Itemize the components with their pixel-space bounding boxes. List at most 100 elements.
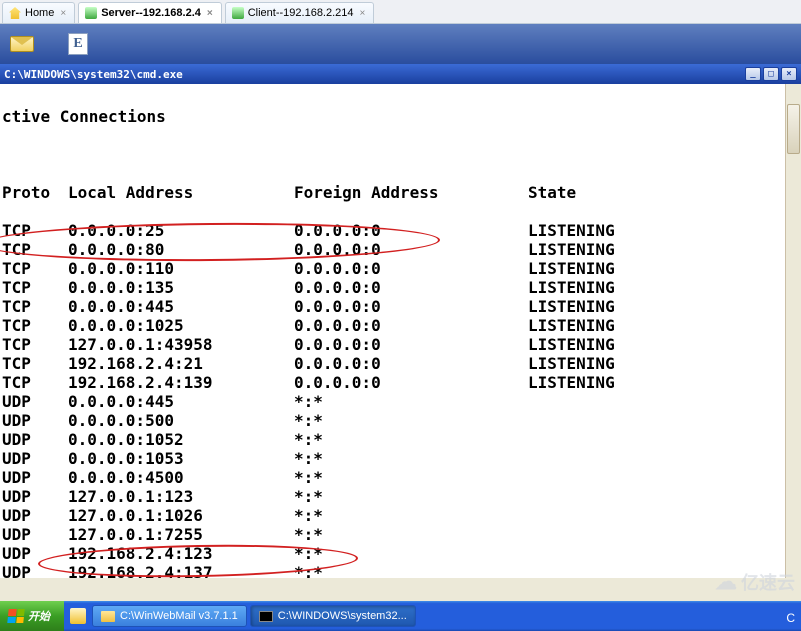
cell-local: 192.168.2.4:139 bbox=[68, 373, 294, 392]
cell-state: LISTENING bbox=[528, 278, 799, 297]
column-headers: ProtoLocal AddressForeign AddressState bbox=[2, 183, 799, 202]
taskbar-item-cmd[interactable]: C:\WINDOWS\system32... bbox=[250, 605, 416, 627]
document-icon: E bbox=[68, 33, 88, 55]
cell-proto: UDP bbox=[2, 411, 68, 430]
task-label: C:\WINDOWS\system32... bbox=[278, 610, 407, 622]
connection-row: TCP127.0.0.1:439580.0.0.0:0LISTENING bbox=[2, 335, 799, 354]
connection-row: TCP0.0.0.0:250.0.0.0:0LISTENING bbox=[2, 221, 799, 240]
cell-local: 192.168.2.4:123 bbox=[68, 544, 294, 563]
cell-proto: TCP bbox=[2, 240, 68, 259]
cell-proto: TCP bbox=[2, 221, 68, 240]
cell-foreign: 0.0.0.0:0 bbox=[294, 259, 528, 278]
cell-foreign: 0.0.0.0:0 bbox=[294, 354, 528, 373]
quick-launch bbox=[64, 608, 92, 624]
server-icon bbox=[85, 7, 97, 19]
cell-proto: TCP bbox=[2, 278, 68, 297]
close-button[interactable]: × bbox=[781, 67, 797, 81]
close-icon[interactable]: × bbox=[205, 8, 215, 19]
window-controls: _ □ × bbox=[745, 67, 797, 81]
edit-button[interactable]: E bbox=[64, 30, 92, 58]
cell-state: LISTENING bbox=[528, 335, 799, 354]
connections-header: ctive Connections bbox=[2, 107, 799, 126]
tab-home[interactable]: Home × bbox=[2, 2, 75, 23]
connection-row: UDP0.0.0.0:4500*:* bbox=[2, 468, 799, 487]
connection-row: TCP192.168.2.4:210.0.0.0:0LISTENING bbox=[2, 354, 799, 373]
scrollbar-thumb[interactable] bbox=[787, 104, 800, 154]
start-button[interactable]: 开始 bbox=[0, 601, 64, 631]
cell-local: 127.0.0.1:123 bbox=[68, 487, 294, 506]
cell-local: 0.0.0.0:135 bbox=[68, 278, 294, 297]
connection-row: TCP0.0.0.0:800.0.0.0:0LISTENING bbox=[2, 240, 799, 259]
cell-foreign: *:* bbox=[294, 411, 528, 430]
cell-local: 127.0.0.1:43958 bbox=[68, 335, 294, 354]
cell-local: 192.168.2.4:137 bbox=[68, 563, 294, 578]
watermark: ☁ 亿速云 bbox=[715, 569, 795, 595]
cell-foreign: 0.0.0.0:0 bbox=[294, 335, 528, 354]
tab-client[interactable]: Client--192.168.2.214 × bbox=[225, 2, 375, 23]
cell-foreign: *:* bbox=[294, 506, 528, 525]
cloud-icon: ☁ bbox=[715, 569, 737, 595]
minimize-button[interactable]: _ bbox=[745, 67, 761, 81]
tab-bar: Home × Server--192.168.2.4 × Client--192… bbox=[0, 0, 801, 24]
close-icon[interactable]: × bbox=[58, 8, 68, 19]
cell-local: 0.0.0.0:4500 bbox=[68, 468, 294, 487]
cell-proto: UDP bbox=[2, 487, 68, 506]
cell-local: 0.0.0.0:1052 bbox=[68, 430, 294, 449]
taskbar-item-winwebmail[interactable]: C:\WinWebMail v3.7.1.1 bbox=[92, 605, 247, 627]
client-icon bbox=[232, 7, 244, 19]
mail-button[interactable] bbox=[8, 30, 36, 58]
cell-state bbox=[528, 449, 799, 468]
cell-local: 0.0.0.0:110 bbox=[68, 259, 294, 278]
tab-label: Client--192.168.2.214 bbox=[248, 7, 354, 19]
cmd-output[interactable]: ctive Connections ProtoLocal AddressFore… bbox=[0, 84, 801, 578]
cell-state: LISTENING bbox=[528, 373, 799, 392]
cell-foreign: 0.0.0.0:0 bbox=[294, 278, 528, 297]
connection-row: UDP0.0.0.0:1053*:* bbox=[2, 449, 799, 468]
window-title: C:\WINDOWS\system32\cmd.exe bbox=[4, 68, 183, 81]
connection-row: UDP0.0.0.0:1052*:* bbox=[2, 430, 799, 449]
cell-state bbox=[528, 506, 799, 525]
cell-state: LISTENING bbox=[528, 297, 799, 316]
cmd-icon bbox=[259, 611, 273, 622]
cell-proto: TCP bbox=[2, 316, 68, 335]
connection-row: UDP127.0.0.1:1026*:* bbox=[2, 506, 799, 525]
cell-foreign: *:* bbox=[294, 468, 528, 487]
cell-state: LISTENING bbox=[528, 240, 799, 259]
cell-state: LISTENING bbox=[528, 316, 799, 335]
close-icon[interactable]: × bbox=[358, 8, 368, 19]
cell-local: 127.0.0.1:1026 bbox=[68, 506, 294, 525]
cell-state bbox=[528, 468, 799, 487]
cell-proto: TCP bbox=[2, 373, 68, 392]
taskbar-right: C bbox=[786, 611, 795, 625]
cell-proto: TCP bbox=[2, 259, 68, 278]
cell-proto: UDP bbox=[2, 392, 68, 411]
connection-row: TCP192.168.2.4:1390.0.0.0:0LISTENING bbox=[2, 373, 799, 392]
maximize-button[interactable]: □ bbox=[763, 67, 779, 81]
connection-row: TCP0.0.0.0:4450.0.0.0:0LISTENING bbox=[2, 297, 799, 316]
cell-proto: UDP bbox=[2, 449, 68, 468]
cell-proto: UDP bbox=[2, 563, 68, 578]
windows-icon bbox=[7, 609, 24, 623]
col-local: Local Address bbox=[68, 183, 294, 202]
cell-local: 192.168.2.4:21 bbox=[68, 354, 294, 373]
connection-row: UDP192.168.2.4:123*:* bbox=[2, 544, 799, 563]
cell-proto: TCP bbox=[2, 354, 68, 373]
cell-proto: TCP bbox=[2, 297, 68, 316]
cell-state bbox=[528, 487, 799, 506]
cell-state: LISTENING bbox=[528, 221, 799, 240]
cell-foreign: 0.0.0.0:0 bbox=[294, 240, 528, 259]
cell-foreign: *:* bbox=[294, 430, 528, 449]
cell-foreign: *:* bbox=[294, 392, 528, 411]
connection-row: UDP127.0.0.1:123*:* bbox=[2, 487, 799, 506]
quick-launch-icon[interactable] bbox=[70, 608, 86, 624]
scrollbar[interactable] bbox=[785, 84, 801, 578]
cell-state bbox=[528, 411, 799, 430]
cell-foreign: *:* bbox=[294, 563, 528, 578]
cell-local: 127.0.0.1:7255 bbox=[68, 525, 294, 544]
tab-server[interactable]: Server--192.168.2.4 × bbox=[78, 2, 222, 23]
cell-foreign: *:* bbox=[294, 449, 528, 468]
connection-row: UDP0.0.0.0:445*:* bbox=[2, 392, 799, 411]
connection-row: TCP0.0.0.0:10250.0.0.0:0LISTENING bbox=[2, 316, 799, 335]
cell-local: 0.0.0.0:445 bbox=[68, 297, 294, 316]
connection-row: UDP192.168.2.4:137*:* bbox=[2, 563, 799, 578]
